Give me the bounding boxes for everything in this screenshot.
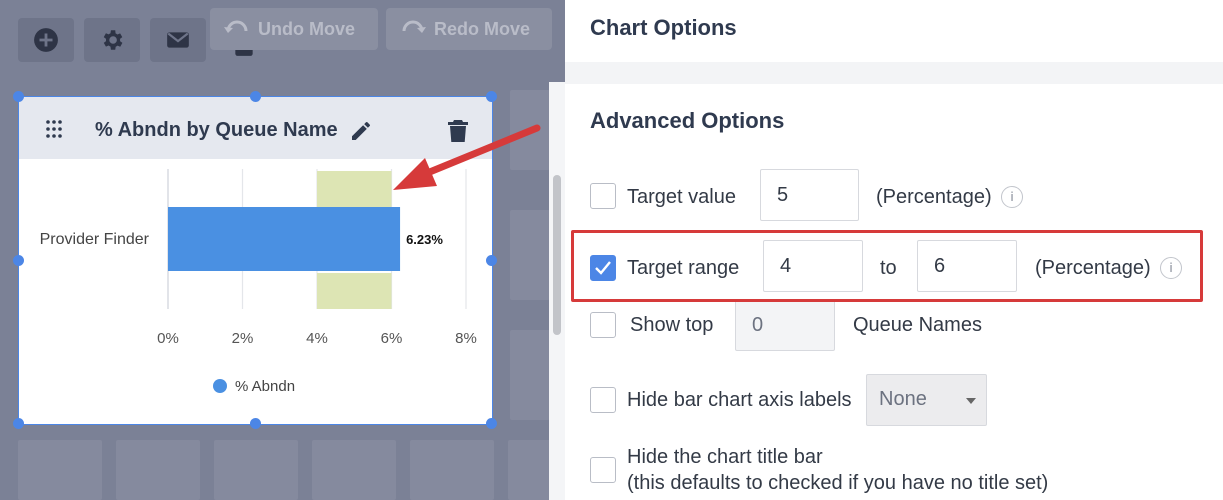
redo-move-button[interactable]: Redo Move xyxy=(386,8,552,50)
drag-handle-icon[interactable] xyxy=(45,119,63,139)
category-label: Provider Finder xyxy=(40,231,150,248)
x-tick-label: 2% xyxy=(232,330,254,347)
dashboard-cell xyxy=(508,440,552,500)
dashboard-cell xyxy=(510,330,550,420)
gear-icon xyxy=(103,30,123,50)
show-top-checkbox[interactable] xyxy=(590,312,616,338)
x-tick-label: 6% xyxy=(381,330,403,347)
resize-handle-bottom-right[interactable] xyxy=(486,418,497,429)
target-band-bottom xyxy=(317,273,392,309)
resize-handle-top-left[interactable] xyxy=(13,91,24,102)
dashboard-cell xyxy=(312,440,396,500)
show-top-input[interactable]: 0 xyxy=(735,299,835,351)
target-value-info-icon[interactable]: i xyxy=(1001,186,1023,208)
hide-title-bar-note: (this defaults to checked if you have no… xyxy=(627,472,1049,494)
bar-data-label: 6.23% xyxy=(406,232,443,247)
resize-handle-top[interactable] xyxy=(250,91,261,102)
target-band-top xyxy=(317,171,392,207)
advanced-options-title: Advanced Options xyxy=(590,108,785,133)
x-tick-label: 0% xyxy=(157,330,179,347)
resize-handle-top-right[interactable] xyxy=(486,91,497,102)
panel-title: Chart Options xyxy=(590,15,737,40)
x-tick-label: 8% xyxy=(455,330,477,347)
target-value-label: Target value xyxy=(627,186,736,208)
settings-button[interactable] xyxy=(84,18,140,62)
target-value-unit: (Percentage) xyxy=(876,186,992,208)
dashboard-cell xyxy=(410,440,494,500)
resize-handle-bottom[interactable] xyxy=(250,418,261,429)
panel-header: Chart Options xyxy=(565,0,1223,62)
dashboard-cell xyxy=(18,440,102,500)
legend-label: % Abndn xyxy=(235,378,295,395)
axis-labels-select-value: None xyxy=(879,388,927,410)
pencil-icon[interactable] xyxy=(349,119,373,143)
chart-legend: % Abndn xyxy=(213,378,295,395)
dashboard-cell xyxy=(214,440,298,500)
target-value-input[interactable]: 5 xyxy=(760,169,859,221)
category-labels: Provider Finder xyxy=(40,231,150,248)
redo-icon xyxy=(402,20,426,33)
resize-handle-bottom-left[interactable] xyxy=(13,418,24,429)
bar-chart: 6.23% Provider Finder 0% 2% 4% 6% 8% % Abndn xyxy=(40,169,477,395)
envelope-icon xyxy=(167,32,189,48)
hide-title-bar-label: Hide the chart title bar xyxy=(627,446,823,468)
resize-handle-right[interactable] xyxy=(486,255,497,266)
undo-icon xyxy=(224,20,248,33)
x-tick-label: 4% xyxy=(306,330,328,347)
panel-scrollbar-thumb[interactable] xyxy=(553,175,561,335)
axis-labels-select[interactable]: None xyxy=(866,374,987,426)
redo-move-label: Redo Move xyxy=(434,18,531,39)
hide-axis-labels-label: Hide bar chart axis labels xyxy=(627,389,852,411)
hide-title-bar-checkbox[interactable] xyxy=(590,457,616,483)
resize-handle-left[interactable] xyxy=(13,255,24,266)
undo-move-label: Undo Move xyxy=(258,18,355,39)
dashboard-cell xyxy=(510,210,550,300)
annotation-arrow-icon xyxy=(393,124,541,190)
add-button[interactable] xyxy=(18,18,74,62)
dashboard-cell xyxy=(116,440,200,500)
target-value-checkbox[interactable] xyxy=(590,183,616,209)
legend-marker xyxy=(213,379,227,393)
mail-button[interactable] xyxy=(150,18,206,62)
show-top-label: Show top xyxy=(630,314,714,336)
panel-divider xyxy=(565,62,1223,84)
chart-bars: 6.23% xyxy=(168,207,443,271)
hide-axis-labels-checkbox[interactable] xyxy=(590,387,616,413)
target-range-highlight-box xyxy=(571,230,1203,302)
undo-move-button[interactable]: Undo Move xyxy=(210,8,378,50)
bar xyxy=(168,207,401,271)
x-tick-labels: 0% 2% 4% 6% 8% xyxy=(157,330,477,347)
plus-circle-icon xyxy=(34,28,58,52)
widget-title: % Abndn by Queue Name xyxy=(95,119,338,141)
show-top-suffix: Queue Names xyxy=(853,314,982,336)
chevron-down-icon xyxy=(966,398,976,404)
